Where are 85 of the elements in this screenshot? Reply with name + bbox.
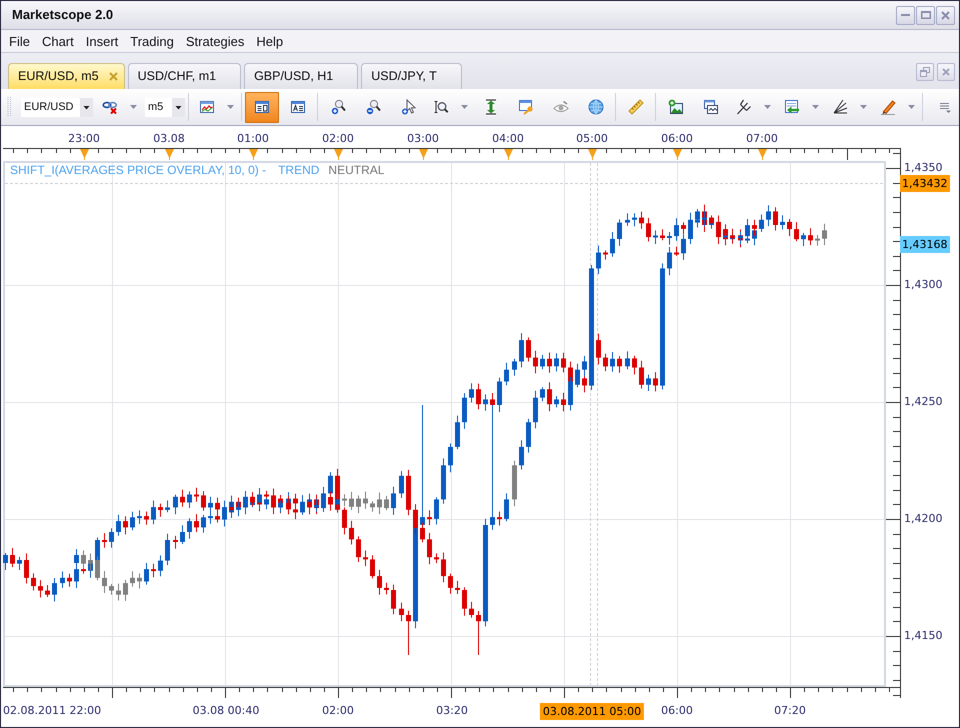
overflow-menu-icon [940, 102, 950, 112]
price-label: 1,4200 [904, 512, 942, 526]
timeframe-dropdown[interactable]: m5 [145, 98, 185, 116]
globe-icon [588, 99, 604, 115]
caret-icon[interactable] [461, 105, 468, 109]
zoom-out-icon [364, 99, 380, 115]
text-window-icon [290, 99, 306, 115]
minimize-icon [901, 14, 910, 16]
time-label: 06:00 [661, 704, 693, 718]
time-label: 02:00 [322, 132, 354, 146]
eye-icon [552, 99, 568, 115]
grip-icon[interactable] [7, 97, 12, 117]
maximize-icon [920, 11, 930, 19]
chart-tab[interactable]: USD/CHF, m1 [128, 63, 242, 89]
close-icon [942, 68, 950, 76]
time-marker-icon [758, 149, 767, 160]
time-marker-icon [249, 149, 258, 160]
chart-tab[interactable]: GBP/USD, H1 [244, 63, 358, 89]
menu-item[interactable]: Insert [80, 30, 124, 52]
time-label: 07:20 [774, 704, 806, 718]
time-label: 05:00 [576, 132, 608, 146]
trend-label: TREND [278, 163, 320, 177]
price-badge: 1,43168 [900, 236, 950, 253]
window-panel-button[interactable] [245, 92, 279, 122]
chart-tab[interactable]: EUR/USD, m5 [8, 63, 125, 89]
time-label: 01:00 [237, 132, 269, 146]
time-marker-icon [80, 149, 89, 160]
cursor-plus-icon [400, 99, 416, 115]
ruler-icon [628, 99, 644, 115]
caret-icon[interactable] [130, 105, 137, 109]
time-label: 04:00 [492, 132, 524, 146]
add-image-icon [668, 99, 684, 115]
minimize-button[interactable] [896, 6, 915, 24]
caret-icon[interactable] [860, 105, 867, 109]
time-label: 03:00 [407, 132, 439, 146]
caret-icon[interactable] [908, 105, 915, 109]
indicator-legend: SHIFT_I(AVERAGES PRICE OVERLAY, 10, 0) - [10, 163, 266, 177]
price-label: 1,4150 [904, 629, 942, 643]
chart-tab[interactable]: USD/JPY, T [361, 63, 462, 89]
window-chart-icon [702, 99, 718, 115]
time-marker-icon [504, 149, 513, 160]
menu-item[interactable]: Help [250, 30, 290, 52]
time-label: 02.08.2011 22:00 [3, 704, 102, 718]
time-label: 07:00 [746, 132, 778, 146]
time-label: 03.08 00:40 [192, 704, 260, 718]
price-label: 1,4300 [904, 278, 942, 292]
price-badge: 1,43432 [900, 175, 950, 192]
close-icon [941, 10, 950, 20]
vertical-zoom-icon [433, 99, 449, 115]
time-label: 03.08 [153, 132, 185, 146]
menu-item[interactable]: File [3, 30, 36, 52]
time-label: 02:00 [322, 704, 354, 718]
time-marker-icon [419, 149, 428, 160]
time-marker-icon [588, 149, 597, 160]
window-title: Marketscope 2.0 [12, 6, 114, 24]
time-marker-icon [673, 149, 682, 160]
trident-icon [736, 99, 752, 115]
line-chart-icon [199, 99, 215, 115]
time-label: 06:00 [661, 132, 693, 146]
restore-button[interactable] [916, 63, 934, 81]
window-key-icon [518, 99, 534, 115]
menu-item[interactable]: Trading [124, 30, 180, 52]
menu-item[interactable]: Chart [36, 30, 80, 52]
menu-item[interactable]: Strategies [180, 30, 250, 52]
caret-icon[interactable] [227, 105, 234, 109]
time-label: 03:20 [436, 704, 468, 718]
trend-value: NEUTRAL [328, 163, 384, 177]
caret-icon[interactable] [764, 105, 771, 109]
close-button[interactable] [936, 6, 955, 24]
fan-lines-icon [832, 99, 848, 115]
price-label: 1,4350 [904, 161, 942, 175]
zoom-in-icon [330, 99, 346, 115]
maximize-button[interactable] [916, 6, 935, 24]
price-label: 1,4250 [904, 395, 942, 409]
close-chart-button[interactable] [937, 63, 955, 81]
window-panel-icon [254, 99, 270, 115]
chain-cross-icon [102, 99, 118, 115]
pencil-icon [880, 99, 896, 115]
cursor-time-badge: 03.08.2011 05:00 [540, 703, 644, 720]
caret-icon[interactable] [812, 105, 819, 109]
instrument-dropdown[interactable]: EUR/USD [21, 98, 93, 116]
time-marker-icon [165, 149, 174, 160]
time-label: 23:00 [68, 132, 100, 146]
time-marker-icon [334, 149, 343, 160]
restore-icon [920, 67, 930, 77]
